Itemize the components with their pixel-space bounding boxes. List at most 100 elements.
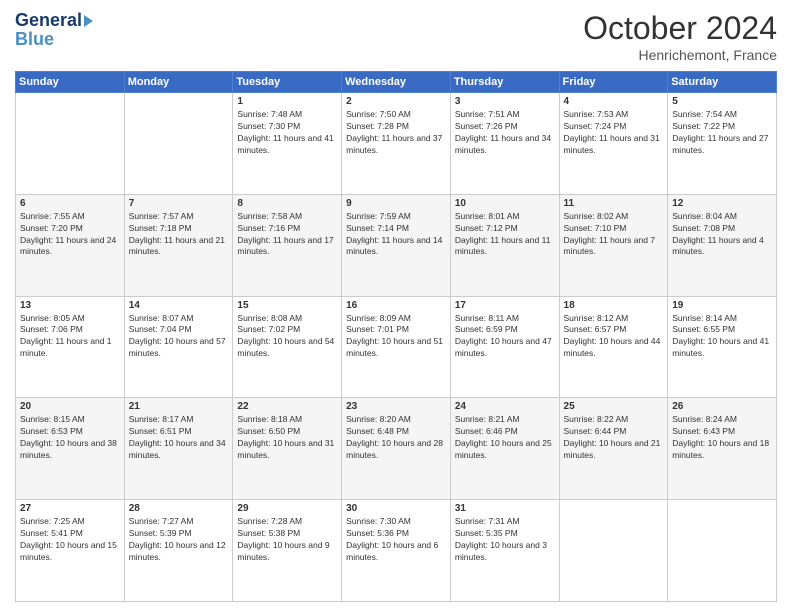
table-row: 31 Sunrise: 7:31 AM Sunset: 5:35 PM Dayli… [450,500,559,602]
day-info: Sunrise: 8:09 AM Sunset: 7:01 PM Dayligh… [346,313,446,361]
calendar-week-row: 27 Sunrise: 7:25 AM Sunset: 5:41 PM Dayli… [16,500,777,602]
logo: General Blue [15,10,95,50]
logo-general-text: General [15,10,82,31]
day-number: 3 [455,96,555,107]
day-number: 16 [346,300,446,311]
day-number: 17 [455,300,555,311]
table-row: 28Sunrise: 7:27 AM Sunset: 5:39 PM Dayli… [124,500,233,602]
day-number: 8 [237,198,337,209]
day-info: Sunrise: 7:53 AM Sunset: 7:24 PM Dayligh… [564,109,664,157]
col-wednesday: Wednesday [342,72,451,93]
page: General Blue October 2024 Henrichemont, … [0,0,792,612]
day-info: Sunrise: 7:25 AM Sunset: 5:41 PM Dayligh… [20,516,120,564]
day-number: 29 [237,503,337,514]
day-number: 21 [129,401,229,412]
day-info: Sunrise: 8:20 AM Sunset: 6:48 PM Dayligh… [346,414,446,462]
calendar-header-row: Sunday Monday Tuesday Wednesday Thursday… [16,72,777,93]
day-number: 5 [672,96,772,107]
day-number: 15 [237,300,337,311]
table-row: 19 Sunrise: 8:14 AM Sunset: 6:55 PM Dayli… [668,296,777,398]
day-info: Sunrise: 7:55 AM Sunset: 7:20 PM Dayligh… [20,211,120,259]
col-thursday: Thursday [450,72,559,93]
col-saturday: Saturday [668,72,777,93]
header: General Blue October 2024 Henrichemont, … [15,10,777,63]
day-info: Sunrise: 7:57 AM Sunset: 7:18 PM Dayligh… [129,211,229,259]
day-info: Sunrise: 8:15 AM Sunset: 6:53 PM Dayligh… [20,414,120,462]
day-number: 2 [346,96,446,107]
table-row: 30Sunrise: 7:30 AM Sunset: 5:36 PM Dayli… [342,500,451,602]
day-info: Sunrise: 8:05 AM Sunset: 7:06 PM Dayligh… [20,313,120,361]
day-number: 11 [564,198,664,209]
day-number: 25 [564,401,664,412]
table-row: 27 Sunrise: 7:25 AM Sunset: 5:41 PM Dayli… [16,500,125,602]
table-row: 15 Sunrise: 8:08 AM Sunset: 7:02 PM Dayli… [233,296,342,398]
day-info: Sunrise: 8:01 AM Sunset: 7:12 PM Dayligh… [455,211,555,259]
day-info: Sunrise: 8:22 AM Sunset: 6:44 PM Dayligh… [564,414,664,462]
table-row: 22Sunrise: 8:18 AM Sunset: 6:50 PM Dayli… [233,398,342,500]
day-info: Sunrise: 8:04 AM Sunset: 7:08 PM Dayligh… [672,211,772,259]
day-number: 27 [20,503,120,514]
day-number: 31 [455,503,555,514]
day-info: Sunrise: 7:54 AM Sunset: 7:22 PM Dayligh… [672,109,772,157]
table-row: 18 Sunrise: 8:12 AM Sunset: 6:57 PM Dayli… [559,296,668,398]
day-number: 22 [237,401,337,412]
calendar-week-row: 20 Sunrise: 8:15 AM Sunset: 6:53 PM Dayli… [16,398,777,500]
day-number: 18 [564,300,664,311]
day-info: Sunrise: 8:07 AM Sunset: 7:04 PM Dayligh… [129,313,229,361]
table-row: 14 Sunrise: 8:07 AM Sunset: 7:04 PM Dayli… [124,296,233,398]
table-row: 8 Sunrise: 7:58 AM Sunset: 7:16 PM Daylig… [233,194,342,296]
day-info: Sunrise: 8:08 AM Sunset: 7:02 PM Dayligh… [237,313,337,361]
title-area: October 2024 Henrichemont, France [583,10,777,63]
day-info: Sunrise: 7:58 AM Sunset: 7:16 PM Dayligh… [237,211,337,259]
table-row: 10 Sunrise: 8:01 AM Sunset: 7:12 PM Dayli… [450,194,559,296]
day-info: Sunrise: 8:17 AM Sunset: 6:51 PM Dayligh… [129,414,229,462]
col-friday: Friday [559,72,668,93]
table-row: 13Sunrise: 8:05 AM Sunset: 7:06 PM Dayli… [16,296,125,398]
month-title: October 2024 [583,10,777,47]
table-row: 29 Sunrise: 7:28 AM Sunset: 5:38 PM Dayli… [233,500,342,602]
table-row: 25 Sunrise: 8:22 AM Sunset: 6:44 PM Dayli… [559,398,668,500]
day-number: 30 [346,503,446,514]
day-info: Sunrise: 8:14 AM Sunset: 6:55 PM Dayligh… [672,313,772,361]
calendar-week-row: 1 Sunrise: 7:48 AM Sunset: 7:30 PM Daylig… [16,93,777,195]
day-info: Sunrise: 8:21 AM Sunset: 6:46 PM Dayligh… [455,414,555,462]
table-row: 1 Sunrise: 7:48 AM Sunset: 7:30 PM Daylig… [233,93,342,195]
day-info: Sunrise: 8:24 AM Sunset: 6:43 PM Dayligh… [672,414,772,462]
day-info: Sunrise: 7:48 AM Sunset: 7:30 PM Dayligh… [237,109,337,157]
day-number: 14 [129,300,229,311]
table-row: 12 Sunrise: 8:04 AM Sunset: 7:08 PM Dayli… [668,194,777,296]
day-number: 19 [672,300,772,311]
day-number: 4 [564,96,664,107]
calendar-table: Sunday Monday Tuesday Wednesday Thursday… [15,71,777,602]
logo-wrapper: General [15,10,95,31]
table-row: 20 Sunrise: 8:15 AM Sunset: 6:53 PM Dayli… [16,398,125,500]
day-number: 20 [20,401,120,412]
col-monday: Monday [124,72,233,93]
day-number: 1 [237,96,337,107]
location-title: Henrichemont, France [583,47,777,63]
table-row: 17Sunrise: 8:11 AM Sunset: 6:59 PM Dayli… [450,296,559,398]
day-info: Sunrise: 7:50 AM Sunset: 7:28 PM Dayligh… [346,109,446,157]
table-row: 23 Sunrise: 8:20 AM Sunset: 6:48 PM Dayli… [342,398,451,500]
table-row: 3 Sunrise: 7:51 AM Sunset: 7:26 PM Daylig… [450,93,559,195]
col-tuesday: Tuesday [233,72,342,93]
day-info: Sunrise: 7:59 AM Sunset: 7:14 PM Dayligh… [346,211,446,259]
day-info: Sunrise: 8:12 AM Sunset: 6:57 PM Dayligh… [564,313,664,361]
day-info: Sunrise: 7:28 AM Sunset: 5:38 PM Dayligh… [237,516,337,564]
calendar-week-row: 13Sunrise: 8:05 AM Sunset: 7:06 PM Dayli… [16,296,777,398]
table-row: 11Sunrise: 8:02 AM Sunset: 7:10 PM Dayli… [559,194,668,296]
table-row: 2 Sunrise: 7:50 AM Sunset: 7:28 PM Daylig… [342,93,451,195]
logo-text: General [15,10,95,31]
day-number: 6 [20,198,120,209]
logo-triangle-icon [84,15,93,27]
day-info: Sunrise: 7:51 AM Sunset: 7:26 PM Dayligh… [455,109,555,157]
table-row: 7Sunrise: 7:57 AM Sunset: 7:18 PM Daylig… [124,194,233,296]
table-row: 16 Sunrise: 8:09 AM Sunset: 7:01 PM Dayli… [342,296,451,398]
day-number: 12 [672,198,772,209]
day-info: Sunrise: 7:31 AM Sunset: 5:35 PM Dayligh… [455,516,555,564]
table-row: 9Sunrise: 7:59 AM Sunset: 7:14 PM Daylig… [342,194,451,296]
table-row [559,500,668,602]
day-number: 10 [455,198,555,209]
logo-blue-text: Blue [15,29,54,50]
day-number: 23 [346,401,446,412]
